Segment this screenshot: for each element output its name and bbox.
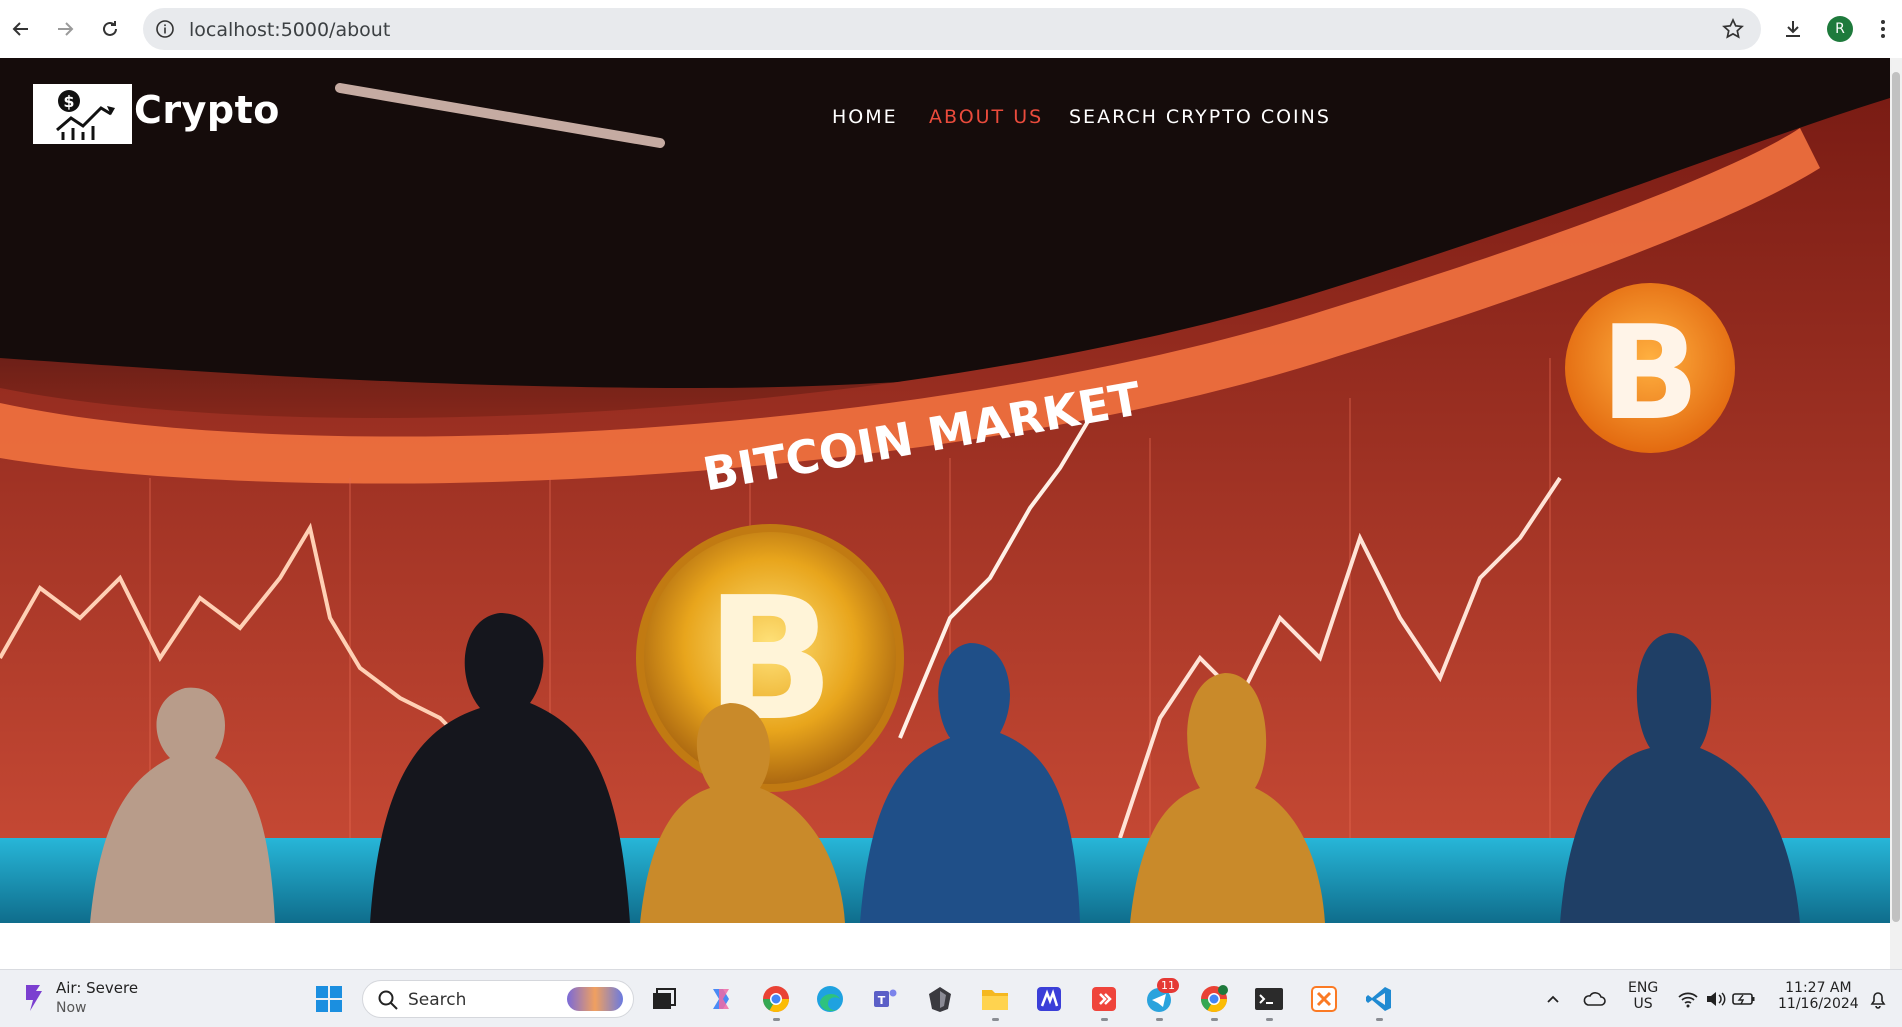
profile-button[interactable]: R — [1825, 14, 1855, 44]
site-navbar: $ Crypto HOME ABOUT US SEARCH CRYPTO COI… — [0, 58, 1890, 178]
nav-about-us-link[interactable]: ABOUT US — [929, 106, 1043, 128]
start-button[interactable] — [313, 983, 345, 1015]
running-indicator — [1376, 1018, 1383, 1021]
chrome-icon — [1200, 985, 1228, 1013]
nav-search-crypto-coins-link[interactable]: SEARCH CRYPTO COINS — [1069, 106, 1331, 128]
site-logo[interactable]: $ — [33, 84, 132, 144]
show-hidden-icons-button[interactable] — [1537, 983, 1569, 1015]
weather-subtitle: Now — [56, 1000, 87, 1016]
onedrive-tray-button[interactable] — [1578, 983, 1610, 1015]
svg-text:T: T — [878, 994, 886, 1007]
kebab-menu-icon — [1881, 20, 1885, 38]
copilot-button[interactable] — [705, 983, 737, 1015]
folder-icon — [982, 990, 1008, 1010]
battery-charging-icon — [1732, 993, 1755, 1005]
back-button[interactable] — [6, 14, 36, 44]
anydesk-taskbar-button[interactable] — [1088, 983, 1120, 1021]
copilot-icon — [713, 989, 729, 1009]
chrome-icon — [762, 986, 790, 1013]
page-scrollbar[interactable] — [1890, 58, 1902, 969]
anydesk-icon — [1092, 987, 1116, 1011]
taskbar-search[interactable]: Search — [362, 980, 634, 1018]
terminal-icon — [1255, 988, 1283, 1010]
edge-taskbar-button[interactable] — [814, 983, 846, 1015]
chevron-up-icon — [1547, 995, 1559, 1003]
site-info-icon[interactable] — [153, 17, 177, 41]
bell-icon — [1870, 992, 1886, 1009]
terminal-taskbar-button[interactable] — [1253, 983, 1285, 1021]
air-quality-icon — [26, 985, 42, 1011]
clock[interactable]: 11:27 AM 11/16/2024 — [1778, 980, 1859, 1012]
xampp-taskbar-button[interactable] — [1308, 983, 1340, 1015]
running-indicator — [1266, 1018, 1273, 1021]
app-m-taskbar-button[interactable] — [1033, 983, 1065, 1015]
m-app-icon — [1037, 987, 1061, 1011]
weather-title: Air: Severe — [56, 979, 139, 997]
page-viewport: B B BITCOIN MARKET $ Crypto HOME ABOUT U… — [0, 58, 1890, 969]
brand-name[interactable]: Crypto — [134, 88, 280, 132]
language-code: ENG — [1628, 980, 1659, 996]
cloud-icon — [1583, 992, 1606, 1006]
arrow-left-icon — [12, 22, 28, 36]
xampp-icon — [1311, 986, 1337, 1012]
telegram-taskbar-button[interactable]: 11 — [1143, 978, 1179, 1021]
wifi-icon — [1678, 992, 1698, 1008]
clock-time: 11:27 AM — [1785, 980, 1852, 996]
arrow-right-icon — [58, 22, 74, 36]
clock-date: 11/16/2024 — [1778, 996, 1859, 1012]
running-indicator — [773, 1018, 780, 1021]
chrome-taskbar-button[interactable] — [760, 983, 792, 1021]
running-indicator — [1211, 1018, 1218, 1021]
svg-text:B: B — [1600, 297, 1699, 449]
reload-icon — [103, 21, 117, 36]
task-view-icon — [653, 988, 676, 1009]
browser-toolbar: localhost:5000/about R — [0, 0, 1902, 58]
svg-text:$: $ — [63, 92, 74, 111]
windows-taskbar: Air: Severe Now Search T 11 ENG US 11:27… — [0, 969, 1902, 1027]
download-icon — [1786, 21, 1800, 37]
nav-home-link[interactable]: HOME — [832, 106, 898, 128]
obsidian-icon — [929, 987, 951, 1012]
address-url[interactable]: localhost:5000/about — [189, 19, 390, 41]
teams-icon: T — [874, 989, 897, 1007]
obsidian-taskbar-button[interactable] — [924, 983, 956, 1015]
edge-icon — [817, 986, 843, 1012]
teams-taskbar-button[interactable]: T — [869, 983, 901, 1015]
battery-status[interactable] — [1728, 983, 1760, 1015]
search-highlight-icon — [567, 987, 623, 1011]
hero-section: B B BITCOIN MARKET $ Crypto HOME ABOUT U… — [0, 58, 1890, 923]
file-explorer-taskbar-button[interactable] — [979, 983, 1011, 1021]
windows-logo-icon — [316, 986, 342, 1012]
bookmark-star-icon[interactable] — [1721, 17, 1745, 41]
language-indicator[interactable]: ENG US — [1628, 980, 1658, 1012]
telegram-unread-badge: 11 — [1157, 978, 1179, 993]
keyboard-region: US — [1633, 996, 1653, 1012]
reload-button[interactable] — [95, 14, 125, 44]
chart-dollar-logo-icon: $ — [56, 90, 115, 140]
downloads-button[interactable] — [1778, 14, 1808, 44]
vscode-taskbar-button[interactable] — [1363, 983, 1395, 1021]
browser-menu-button[interactable] — [1868, 14, 1898, 44]
running-indicator — [1101, 1018, 1108, 1021]
task-view-button[interactable] — [648, 983, 680, 1015]
search-icon — [378, 990, 398, 1010]
notifications-button[interactable] — [1862, 983, 1894, 1015]
bitcoin-market-hero-image: B B BITCOIN MARKET — [0, 58, 1890, 923]
running-indicator — [992, 1018, 999, 1021]
scrollbar-thumb[interactable] — [1892, 72, 1900, 922]
vscode-icon — [1366, 987, 1391, 1011]
chrome-profile-taskbar-button[interactable] — [1198, 983, 1230, 1021]
speaker-icon — [1707, 992, 1726, 1006]
taskbar-search-label: Search — [408, 990, 467, 1010]
running-indicator — [1156, 1018, 1163, 1021]
forward-button[interactable] — [50, 14, 80, 44]
avatar[interactable]: R — [1827, 16, 1853, 42]
address-bar[interactable]: localhost:5000/about — [143, 8, 1761, 50]
